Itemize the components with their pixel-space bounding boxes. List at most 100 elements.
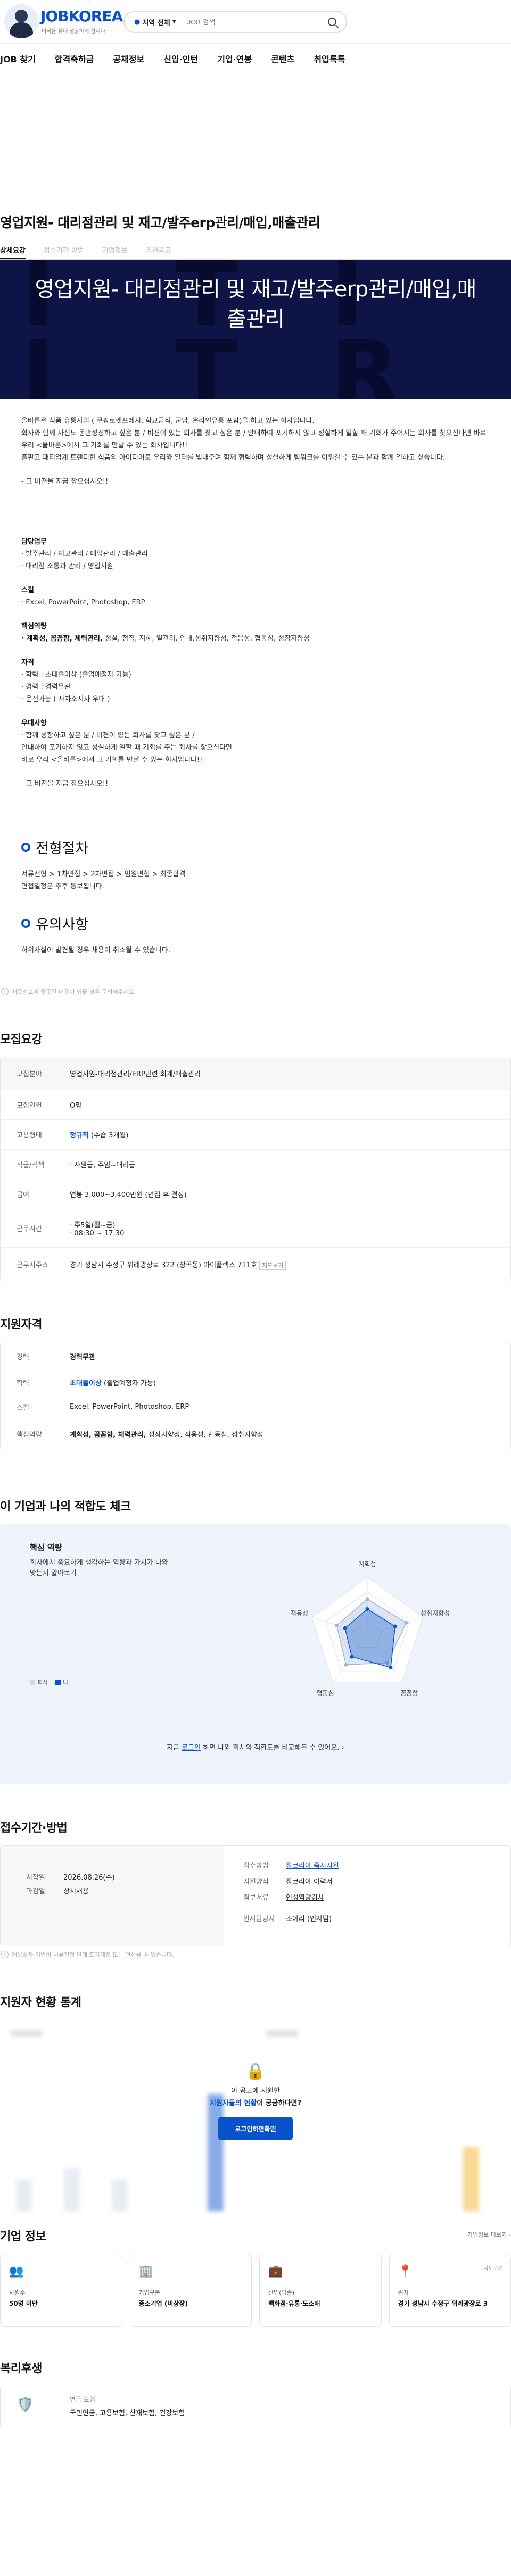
region-selector[interactable]: ● 지역 전체 ▼ bbox=[134, 17, 176, 27]
job-description: 올바른은 식품 유통사업 ( 쿠팡로켓프레시, 학교급식, 군납, 온라인유통 … bbox=[0, 399, 511, 790]
process-line: 서류전형 > 1차면접 > 2차면접 > 임원면접 > 최종합격 bbox=[21, 870, 186, 878]
pref-item: · 함께 성장하고 싶은 분 / 비젼이 있는 회사를 찾고 싶은 분 / bbox=[21, 732, 195, 739]
fit-footer: 지금 로그인 하면 나와 회사의 적합도를 비교해볼 수 있어요. › bbox=[167, 1744, 344, 1752]
report-notice[interactable]: i 채용정보에 잘못된 내용이 있을 경우 문의해주세요. bbox=[0, 987, 511, 996]
duty-item: · 발주관리 / 재고관리 / 매입관리 / 매출관리 bbox=[21, 550, 148, 558]
logo[interactable]: JOBKOREA 이직을 찾아 성공하게 합니다 bbox=[4, 4, 132, 39]
table-row: 급여 연봉 3,000~3,400만원 (면접 후 결정) bbox=[1, 1179, 510, 1209]
summary-table: 모집분야 영업지원-대리점관리/ERP관련 회계/매출관리 모집인원 O명 고용형태… bbox=[0, 1057, 511, 1281]
apply-period: 시작일 2026.08.26(수) 마감일 상시채용 bbox=[1, 1846, 224, 1946]
pref-item: 안내하여 포기하지 않고 성실하게 일할 때 기회를 주는 회사를 찾으신다면 bbox=[21, 744, 232, 752]
table-row: 학력 초대졸이상 (졸업예정자 가능) bbox=[17, 1379, 156, 1387]
pref-item: 바로 우리 <올바른>에서 그 기회를 만날 수 있는 회사입니다!! bbox=[21, 756, 203, 764]
search-input[interactable] bbox=[187, 18, 323, 26]
legend-me-swatch bbox=[55, 1680, 61, 1685]
nav-talk[interactable]: 취업톡톡 bbox=[314, 52, 353, 65]
apply-notice: i 채용절차 기업이 서류전형 단계 포기계정 또는 면접을 수 있습니다. bbox=[0, 1950, 511, 1959]
stats-panel: 🔒 이 공고에 지원한 지원자들의 현황이 궁금하다면? 로그인하면확인 bbox=[0, 2020, 511, 2227]
radar-axis-label: 꼼꼼함 bbox=[400, 1690, 418, 1697]
pref-heading: 우대사항 bbox=[21, 719, 47, 727]
table-row: 고용형태 정규직 (수습 3개월) bbox=[1, 1120, 510, 1150]
info-icon: i bbox=[1, 988, 9, 995]
fit-check-panel: 핵심 역량 회사에서 중요하게 생각하는 역량과 가치가 나와 맞는지 알아보기… bbox=[0, 1524, 511, 1784]
nav-contents[interactable]: 콘텐츠 bbox=[271, 52, 303, 65]
table-row: 스킬 Excel, PowerPoint, Photoshop, ERP bbox=[17, 1402, 189, 1412]
welfare-box: 🛡️ 연금·보험 국민연금, 고용보험, 산재보험, 건강보험 bbox=[0, 2386, 511, 2428]
doc-link[interactable]: 인성역량검사 bbox=[286, 1894, 324, 1902]
company-card-industry: 💼 산업(업종) 백화점·유통·도소매 bbox=[259, 2254, 382, 2327]
process-line: 면접일정은 추후 통보됩니다. bbox=[21, 883, 104, 891]
welfare-title: 복리후생 bbox=[0, 2362, 42, 2375]
qualification-title: 지원자격 bbox=[0, 1318, 42, 1332]
cta-line: - 그 비젼을 지금 잡으십시오!! bbox=[21, 780, 109, 788]
tab-company-info[interactable]: 기업정보 bbox=[102, 243, 128, 259]
apply-method-link[interactable]: 잡코리아 즉시지원 bbox=[286, 1862, 339, 1870]
core-item: · 계획성, 꼼꼼함, 체력관리, 성실, 정직, 지혜, 일관리, 인내,성취… bbox=[21, 635, 310, 643]
nav-congrats[interactable]: 합격축하금 bbox=[55, 52, 103, 65]
caution-section: 유의사항 허위사실이 발견될 경우 채용이 취소될 수 있습니다. bbox=[21, 913, 490, 957]
process-title: 전형절차 bbox=[36, 841, 89, 857]
duty-item: · 대리점 소통과 관리 / 영업지원 bbox=[21, 562, 113, 570]
fit-legend: 회사 나 bbox=[30, 1678, 68, 1686]
company-title: 기업 정보 bbox=[0, 2230, 46, 2243]
search-icon[interactable] bbox=[328, 18, 336, 26]
main-nav: JOB 찾기 합격축하금 공채정보 신입·인턴 기업·연봉 콘텐츠 취업톡톡 bbox=[0, 44, 511, 73]
lock-icon: 🔒 bbox=[245, 2062, 266, 2081]
apply-title: 접수기간·방법 bbox=[0, 1822, 68, 1835]
region-label: 지역 전체 bbox=[142, 19, 170, 27]
table-row: 핵심역량 계획성, 꼼꼼함, 체력관리, 성장지향성, 적응성, 협동심, 성취지… bbox=[17, 1431, 263, 1439]
core-heading: 핵심역량 bbox=[21, 622, 47, 630]
stats-login-prompt: 🔒 이 공고에 지원한 지원자들의 현황이 궁금하다면? 로그인하면확인 bbox=[0, 2062, 511, 2140]
stats-title: 지원자 현황 통계 bbox=[0, 1996, 81, 2009]
tab-detail[interactable]: 상세요강 bbox=[0, 243, 26, 259]
location-pin-icon: ● bbox=[134, 18, 141, 26]
qual-item: · 운전가능 ( 자차소지자 우대 ) bbox=[21, 695, 110, 703]
nav-job-search[interactable]: JOB 찾기 bbox=[0, 52, 44, 65]
caution-line: 허위사실이 발견될 경우 채용이 취소될 수 있습니다. bbox=[21, 946, 171, 954]
radar-me-series-point bbox=[389, 1666, 393, 1670]
login-check-button[interactable]: 로그인하면확인 bbox=[218, 2117, 293, 2140]
radar-me-series-point bbox=[343, 1626, 347, 1630]
table-row: 근무지주소 경기 성남시 수정구 위례광장로 322 (창곡동) 아이플렉스 71… bbox=[1, 1248, 510, 1281]
table-row: 모집분야 영업지원-대리점관리/ERP관련 회계/매출관리 bbox=[1, 1057, 510, 1090]
hero-title: 영업지원- 대리점관리 및 재고/발주erp관리/매입,매출관리 bbox=[35, 277, 477, 331]
company-card-employees: 👥 사원수 50명 미만 bbox=[0, 2254, 122, 2327]
radar-company-series-point bbox=[404, 1621, 408, 1625]
nav-new-intern[interactable]: 신입·인턴 bbox=[163, 52, 207, 65]
tab-recommended[interactable]: 추천공고 bbox=[146, 243, 171, 259]
table-row: 직급/직책 · 사원급, 주임~대리급 bbox=[1, 1150, 510, 1179]
qual-item: · 학력 : 초대졸이상 (졸업예정자 가능) bbox=[21, 671, 131, 679]
nav-company-salary[interactable]: 기업·연봉 bbox=[217, 52, 260, 65]
people-icon: 👥 bbox=[9, 2265, 24, 2278]
radar-me-series-point bbox=[365, 1607, 369, 1611]
radar-company-series-point bbox=[344, 1663, 348, 1667]
login-link[interactable]: 로그인 bbox=[182, 1744, 201, 1752]
company-card-location: 📍 지도보기 위치 경기 성남시 수정구 위례광장로 3 bbox=[389, 2254, 511, 2327]
radar-me-series-point bbox=[350, 1655, 354, 1659]
qual-heading: 자격 bbox=[21, 659, 34, 667]
process-section: 전형절차 서류전형 > 1차면접 > 2차면접 > 임원면접 > 최종합격 면접… bbox=[21, 837, 490, 893]
radar-me-series-point bbox=[393, 1624, 397, 1628]
building-icon: 🏢 bbox=[138, 2265, 153, 2278]
info-icon: i bbox=[1, 1951, 9, 1958]
chevron-down-icon: ▼ bbox=[172, 19, 176, 24]
nav-public-hire[interactable]: 공채정보 bbox=[113, 52, 153, 65]
radar-axis-label: 계획성 bbox=[358, 1560, 376, 1568]
location-pin-icon: 📍 bbox=[398, 2265, 413, 2278]
cta-line: - 그 비젼을 지금 잡으십시오!! bbox=[21, 478, 109, 486]
apply-box: 시작일 2026.08.26(수) 마감일 상시채용 접수방법 잡코리아 즉시지원 지… bbox=[0, 1845, 511, 1946]
company-more-link[interactable]: 기업정보 더보기 › bbox=[467, 2230, 511, 2239]
company-card-type: 🏢 기업구분 중소기업 (비상장) bbox=[129, 2254, 252, 2327]
chevron-right-icon: › bbox=[341, 1744, 344, 1752]
detail-tabs: 상세요강 접수기간·방법 기업정보 추천공고 bbox=[0, 243, 511, 260]
welfare-items: 국민연금, 고용보험, 산재보험, 건강보험 bbox=[70, 2409, 185, 2417]
apply-method: 접수방법 잡코리아 즉시지원 지원양식 잡코리아 이력서 첨부서류 인성역량검사 인사… bbox=[243, 1862, 339, 1923]
tab-apply-period[interactable]: 접수기간·방법 bbox=[44, 243, 84, 259]
page-title: 영업지원- 대리점관리 및 재고/발주erp관리/매입,매출관리 bbox=[0, 215, 320, 230]
radar-chart: 계획성성취지향성꼼꼼함 협동심 적응성 bbox=[291, 1560, 450, 1697]
map-link[interactable]: 지도보기 bbox=[259, 1260, 286, 1270]
table-row: 경력 경력무관 bbox=[17, 1353, 95, 1361]
hero-banner: I T I I T R 영업지원- 대리점관리 및 재고/발주erp관리/매입,… bbox=[0, 260, 511, 399]
map-link[interactable]: 지도보기 bbox=[483, 2264, 503, 2272]
intro-line: 출판고 패티업계 트렌디한 식품의 아이디어로 우리와 일터를 빛내주며 함께 … bbox=[21, 454, 446, 462]
